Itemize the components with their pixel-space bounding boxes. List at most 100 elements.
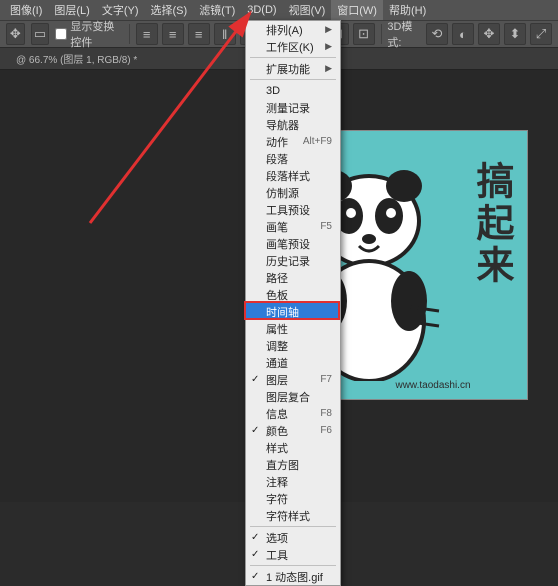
menu-item[interactable]: 动作 Alt+F9 — [246, 133, 340, 150]
layer-select-icon[interactable]: ▭ — [31, 23, 50, 45]
menu-item[interactable]: 段落 — [246, 150, 340, 167]
menu-item-label: 信息 — [266, 406, 288, 422]
menu-item[interactable]: 视图(V) — [283, 0, 332, 20]
menu-item[interactable]: 历史记录 — [246, 252, 340, 269]
menu-shortcut: Alt+F9 — [303, 136, 332, 147]
menu-item[interactable]: 测量记录 — [246, 99, 340, 116]
menu-item[interactable]: 通道 — [246, 354, 340, 371]
menu-item-label: 属性 — [266, 321, 288, 337]
menu-item[interactable]: 字符样式 — [246, 507, 340, 524]
menu-shortcut: F6 — [320, 425, 332, 436]
panda-graphic — [338, 161, 469, 381]
submenu-arrow-icon: ▶ — [325, 41, 332, 52]
canvas-image[interactable]: 搞起来 www.taodashi.cn — [338, 130, 528, 400]
menu-item[interactable]: 属性 — [246, 320, 340, 337]
menu-item-label: 图层 — [266, 372, 288, 388]
menu-item[interactable]: 调整 — [246, 337, 340, 354]
menu-item[interactable]: 滤镜(T) — [193, 0, 241, 20]
menu-shortcut: F5 — [320, 221, 332, 232]
align-icon[interactable]: ≡ — [136, 23, 158, 45]
3d-icon[interactable]: ⤢ — [530, 23, 552, 45]
menu-item[interactable]: ✓图层F7 — [246, 371, 340, 388]
menu-item[interactable]: 3D — [246, 82, 340, 99]
menu-item[interactable]: 样式 — [246, 439, 340, 456]
menu-item-label: 画笔预设 — [266, 236, 310, 252]
distribute-icon[interactable]: ⊡ — [353, 23, 375, 45]
menu-item[interactable]: 图层(L) — [48, 0, 95, 20]
menu-item-label: 通道 — [266, 355, 288, 371]
menu-item[interactable]: 段落样式 — [246, 167, 340, 184]
check-icon: ✓ — [251, 532, 259, 543]
menu-item-label: 选项 — [266, 530, 288, 546]
3d-icon[interactable]: ✥ — [478, 23, 500, 45]
check-icon: ✓ — [251, 425, 259, 436]
menu-item-label: 导航器 — [266, 117, 299, 133]
check-icon: ✓ — [251, 571, 259, 582]
menu-item-label: 画笔 — [266, 219, 288, 235]
menu-item-label: 直方图 — [266, 457, 299, 473]
menu-item[interactable]: 工作区(K)▶ — [246, 38, 340, 55]
align-icon[interactable]: ≡ — [162, 23, 184, 45]
menu-item[interactable]: 画笔预设 — [246, 235, 340, 252]
menu-item[interactable]: 直方图 — [246, 456, 340, 473]
menu-item[interactable]: 文字(Y) — [96, 0, 145, 20]
check-icon: ✓ — [251, 549, 259, 560]
window-menu-dropdown: 排列(A)▶工作区(K)▶扩展功能▶3D测量记录导航器动作Alt+F9段落段落样… — [245, 20, 341, 586]
menu-item[interactable]: 字符 — [246, 490, 340, 507]
3d-icon[interactable]: ◐ — [452, 23, 474, 45]
menu-item-label: 段落 — [266, 151, 288, 167]
check-icon: ✓ — [251, 374, 259, 385]
menu-item-label: 工具预设 — [266, 202, 310, 218]
submenu-arrow-icon: ▶ — [325, 24, 332, 35]
menu-item[interactable]: 窗口(W) — [331, 0, 383, 20]
separator — [129, 24, 130, 44]
menu-item[interactable]: 3D(D) — [241, 2, 282, 18]
menu-item[interactable]: 帮助(H) — [383, 0, 432, 20]
menu-item[interactable]: 选择(S) — [145, 0, 194, 20]
show-transform-checkbox[interactable] — [55, 28, 67, 40]
menu-item-label: 仿制源 — [266, 185, 299, 201]
menu-item-label: 1 动态图.gif — [266, 569, 323, 585]
3d-icon[interactable]: ⟲ — [426, 23, 448, 45]
image-watermark: www.taodashi.cn — [339, 380, 527, 391]
menu-item-label: 工具 — [266, 547, 288, 563]
menu-item[interactable]: 色板 — [246, 286, 340, 303]
menu-item[interactable]: 信息 F8 — [246, 405, 340, 422]
menu-item[interactable]: 工具预设 — [246, 201, 340, 218]
move-tool-icon[interactable]: ✥ — [6, 23, 25, 45]
menu-item-label: 排列(A) — [266, 22, 303, 38]
menu-item-label: 注释 — [266, 474, 288, 490]
menu-item[interactable]: 时间轴 — [246, 303, 340, 320]
menu-separator — [250, 79, 336, 80]
align-icon[interactable]: ‖ — [214, 23, 236, 45]
menu-item[interactable]: ✓颜色F6 — [246, 422, 340, 439]
menu-separator — [250, 57, 336, 58]
menu-item-label: 段落样式 — [266, 168, 310, 184]
menu-item-label: 样式 — [266, 440, 288, 456]
menu-item-label: 动作 — [266, 134, 288, 150]
menu-item-label: 图层复合 — [266, 389, 310, 405]
menu-item[interactable]: ✓ 工具 — [246, 546, 340, 563]
menu-shortcut: F8 — [320, 408, 332, 419]
menu-item[interactable]: 画笔 F5 — [246, 218, 340, 235]
menu-item[interactable]: 导航器 — [246, 116, 340, 133]
menu-item[interactable]: 路径 — [246, 269, 340, 286]
menu-item[interactable]: 排列(A) ▶ — [246, 21, 340, 38]
menu-item[interactable]: ✓ 选项 — [246, 529, 340, 546]
3d-mode-tools: ⟲ ◐ ✥ ⬍ ⤢ — [426, 23, 552, 45]
menu-item[interactable]: 图像(I) — [4, 0, 48, 20]
show-transform-controls[interactable]: 显示变换控件 — [55, 18, 123, 50]
menu-item[interactable]: 注释 — [246, 473, 340, 490]
menu-separator — [250, 565, 336, 566]
menu-item[interactable]: 仿制源 — [246, 184, 340, 201]
menu-item[interactable]: 图层复合 — [246, 388, 340, 405]
3d-icon[interactable]: ⬍ — [504, 23, 526, 45]
menu-item-label: 字符 — [266, 491, 288, 507]
align-icon[interactable]: ≡ — [188, 23, 210, 45]
menu-item[interactable]: ✓ 1 动态图.gif — [246, 568, 340, 585]
document-tab[interactable]: @ 66.7% (图层 1, RGB/8) * — [8, 48, 145, 69]
separator — [381, 24, 382, 44]
menu-item[interactable]: 扩展功能▶ — [246, 60, 340, 77]
menu-item-label: 路径 — [266, 270, 288, 286]
menu-item-label: 时间轴 — [266, 304, 299, 320]
